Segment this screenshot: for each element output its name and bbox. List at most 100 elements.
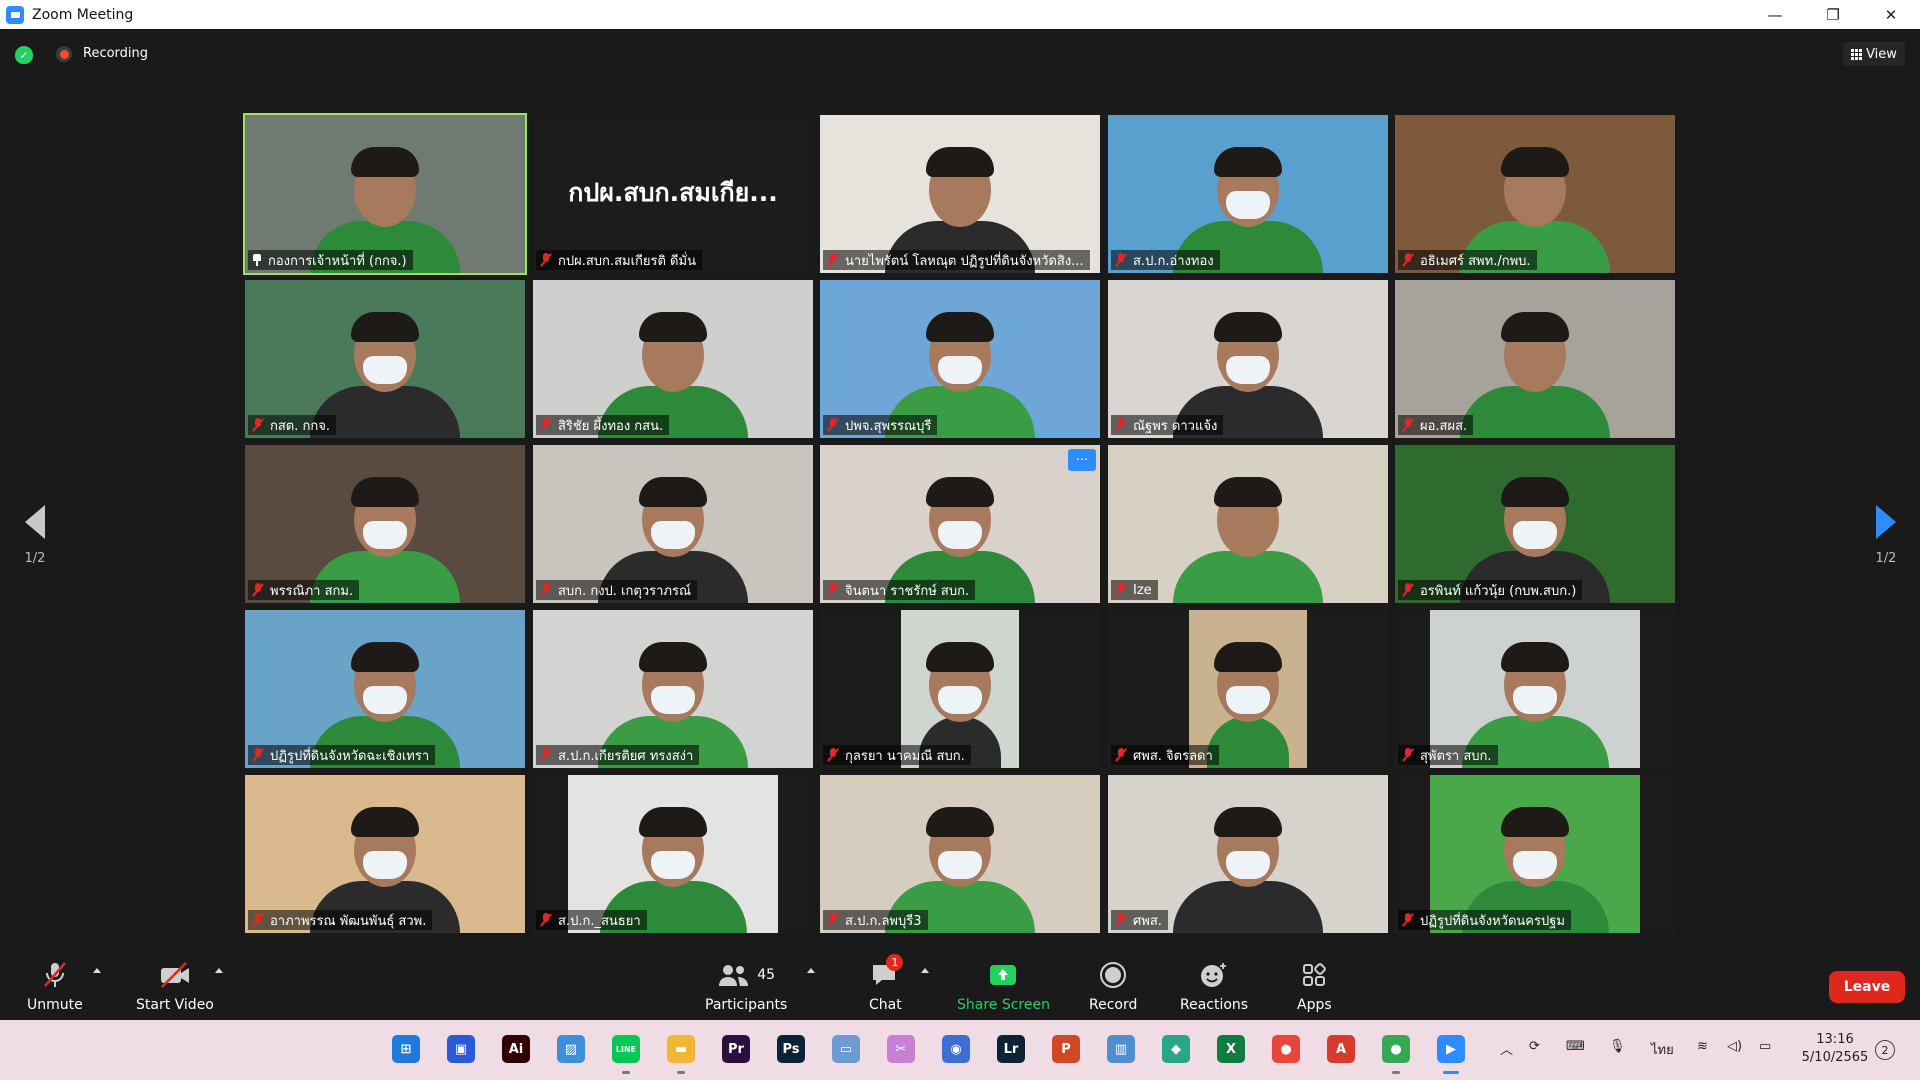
sync-icon[interactable]: ⟳ bbox=[1529, 1039, 1540, 1054]
participant-video-tile[interactable]: ส.ป.ก.อ่างทอง bbox=[1108, 115, 1388, 273]
participant-video-tile[interactable]: ศพส. จิตรลดา bbox=[1108, 610, 1388, 768]
participant-video-tile[interactable]: ··· จินตนา ราชรักษ์ สบก. bbox=[820, 445, 1100, 603]
microphone-muted-icon bbox=[1115, 748, 1127, 762]
show-hidden-icons-caret-icon[interactable]: ︿ bbox=[1500, 1039, 1513, 1058]
illustrator-icon[interactable]: Ai bbox=[502, 1035, 530, 1063]
participant-video-tile[interactable]: ส.ป.ก.เกียรติยศ ทรงสง่า bbox=[533, 610, 813, 768]
page-indicator-left: 1/2 bbox=[24, 551, 46, 566]
unmute-button[interactable]: Unmute bbox=[27, 960, 83, 1013]
participant-video-tile[interactable]: ปฏิรูปที่ดินจังหวัดฉะเชิงเทรา bbox=[245, 610, 525, 768]
close-button[interactable]: ✕ bbox=[1862, 0, 1920, 29]
record-icon bbox=[1099, 960, 1127, 990]
apps-button[interactable]: Apps bbox=[1297, 960, 1332, 1013]
chrome-icon[interactable]: ● bbox=[1272, 1035, 1300, 1063]
participants-label: Participants bbox=[705, 997, 788, 1013]
participants-options-caret-icon[interactable] bbox=[807, 968, 815, 973]
participant-mask bbox=[1226, 191, 1270, 219]
record-button[interactable]: Record bbox=[1089, 960, 1137, 1013]
premiere-icon[interactable]: Pr bbox=[722, 1035, 750, 1063]
participants-icon: 45 bbox=[717, 960, 775, 990]
minimize-button[interactable]: — bbox=[1746, 0, 1804, 29]
participant-name: ส.ป.ก.เกียรติยศ ทรงสง่า bbox=[558, 748, 694, 764]
participant-name: พรรณิภา สกม. bbox=[270, 583, 354, 599]
participant-nameplate: ส.ป.ก.เกียรติยศ ทรงสง่า bbox=[536, 745, 700, 765]
leave-button[interactable]: Leave bbox=[1829, 971, 1905, 1003]
participant-video-tile[interactable]: สุพัตรา สบก. bbox=[1395, 610, 1675, 768]
line-icon[interactable]: LINE bbox=[612, 1035, 640, 1063]
participant-video-tile[interactable]: สิริชัย ผึ้งทอง กสน. bbox=[533, 280, 813, 438]
notification-count-badge[interactable]: 2 bbox=[1875, 1040, 1895, 1060]
participant-hair bbox=[1214, 642, 1282, 672]
photoshop-icon[interactable]: Ps bbox=[777, 1035, 805, 1063]
remote-desktop-icon[interactable]: ▭ bbox=[832, 1035, 860, 1063]
powerpoint-icon[interactable]: P bbox=[1052, 1035, 1080, 1063]
acrobat-icon[interactable]: A bbox=[1327, 1035, 1355, 1063]
participant-video-tile[interactable]: อรพินท์ แก้วนุ้ย (กบพ.สบก.) bbox=[1395, 445, 1675, 603]
restore-button[interactable]: ❐ bbox=[1804, 0, 1862, 29]
windows-start-icon[interactable]: ⊞ bbox=[392, 1035, 420, 1063]
participant-mask bbox=[363, 851, 407, 879]
volume-icon[interactable]: ◁) bbox=[1727, 1039, 1742, 1054]
microphone-tray-icon[interactable]: 🎙 bbox=[1609, 1039, 1626, 1054]
photos-icon[interactable]: ▨ bbox=[557, 1035, 585, 1063]
share-screen-button[interactable]: Share Screen bbox=[957, 960, 1050, 1013]
page-indicator-right: 1/2 bbox=[1875, 551, 1897, 566]
chat-options-caret-icon[interactable] bbox=[921, 968, 929, 973]
participant-video-tile[interactable]: ณัฐพร ดาวแจ้ง bbox=[1108, 280, 1388, 438]
participant-video-tile[interactable]: กปผ.สบก.สมเกีย... กปผ.สบก.สมเกียรติ ดีมั่… bbox=[533, 115, 813, 273]
participant-video-tile[interactable]: ศพส. bbox=[1108, 775, 1388, 933]
participant-video-tile[interactable]: กุลรยา นาคมณี สบก. bbox=[820, 610, 1100, 768]
participants-button[interactable]: 45 Participants bbox=[705, 960, 787, 1013]
wifi-icon[interactable]: ≋ bbox=[1697, 1039, 1708, 1054]
microphone-muted-icon bbox=[252, 583, 264, 597]
security-shield-icon[interactable]: ✓ bbox=[15, 46, 33, 64]
participant-video-tile[interactable]: พรรณิภา สกม. bbox=[245, 445, 525, 603]
system-clock[interactable]: 13:16 5/10/2565 bbox=[1795, 1031, 1875, 1067]
microsoft-store-icon[interactable]: ▣ bbox=[447, 1035, 475, 1063]
snipping-tool-icon[interactable]: ✂ bbox=[887, 1035, 915, 1063]
reactions-button[interactable]: Reactions bbox=[1180, 960, 1248, 1013]
notes-app-icon[interactable]: ◆ bbox=[1162, 1035, 1190, 1063]
lightroom-icon[interactable]: Lr bbox=[997, 1035, 1025, 1063]
participant-mask bbox=[1513, 521, 1557, 549]
participant-video-tile[interactable]: ส.ป.ก._สนธยา bbox=[533, 775, 813, 933]
participant-video-tile[interactable]: สบก. กงป. เกตุวราภรณ์ bbox=[533, 445, 813, 603]
recording-label[interactable]: Recording bbox=[83, 46, 148, 61]
recording-icon[interactable] bbox=[56, 46, 72, 62]
excel-icon[interactable]: X bbox=[1217, 1035, 1245, 1063]
video-options-caret-icon[interactable] bbox=[215, 968, 223, 973]
previous-page-button[interactable]: 1/2 bbox=[15, 505, 55, 566]
chart-app-icon[interactable]: ▥ bbox=[1107, 1035, 1135, 1063]
start-video-button[interactable]: Start Video bbox=[136, 960, 214, 1013]
view-label: View bbox=[1866, 46, 1897, 62]
zoom-icon[interactable]: ▶ bbox=[1437, 1035, 1465, 1063]
browser-globe-icon[interactable]: ◉ bbox=[942, 1035, 970, 1063]
participant-name: ศพส. bbox=[1133, 913, 1162, 929]
participant-video-tile[interactable]: นายไพรัตน์ โลหณุต ปฏิรูปที่ดินจังหวัดสิง… bbox=[820, 115, 1100, 273]
view-button[interactable]: View bbox=[1843, 42, 1905, 66]
participant-video-tile[interactable]: ผอ.สผส. bbox=[1395, 280, 1675, 438]
next-page-button[interactable]: 1/2 bbox=[1866, 505, 1906, 566]
file-explorer-icon[interactable]: ▬ bbox=[667, 1035, 695, 1063]
language-indicator[interactable]: ไทย bbox=[1651, 1039, 1674, 1060]
participant-video-tile[interactable]: ส.ป.ก.ลพบุรี3 bbox=[820, 775, 1100, 933]
tile-more-options-button[interactable]: ··· bbox=[1068, 449, 1096, 471]
participant-video-tile[interactable]: อาภาพรรณ พัฒนพันธุ์ สวพ. bbox=[245, 775, 525, 933]
participant-video-tile[interactable]: ปพจ.สุพรรณบุรี bbox=[820, 280, 1100, 438]
reactions-label: Reactions bbox=[1180, 997, 1249, 1013]
participant-video-tile[interactable]: อธิเมศร์ สพท./กพบ. bbox=[1395, 115, 1675, 273]
chrome-profile-icon[interactable]: ● bbox=[1382, 1035, 1410, 1063]
chat-button[interactable]: 1 Chat bbox=[869, 954, 904, 1013]
participant-hair bbox=[1214, 312, 1282, 342]
participant-mask bbox=[363, 686, 407, 714]
participant-video-tile[interactable]: Ize bbox=[1108, 445, 1388, 603]
participant-video-tile[interactable]: กสต. กกจ. bbox=[245, 280, 525, 438]
participant-video-tile[interactable]: กองการเจ้าหน้าที่ (กกจ.) bbox=[243, 113, 527, 275]
chat-icon: 1 bbox=[870, 954, 904, 990]
battery-icon[interactable]: ▭ bbox=[1759, 1039, 1771, 1054]
window-title: Zoom Meeting bbox=[32, 6, 134, 23]
participant-hair bbox=[639, 477, 707, 507]
keyboard-icon[interactable]: ⌨ bbox=[1566, 1039, 1585, 1054]
audio-options-caret-icon[interactable] bbox=[93, 968, 101, 973]
participant-video-tile[interactable]: ปฏิรูปที่ดินจังหวัดนครปฐม bbox=[1395, 775, 1675, 933]
